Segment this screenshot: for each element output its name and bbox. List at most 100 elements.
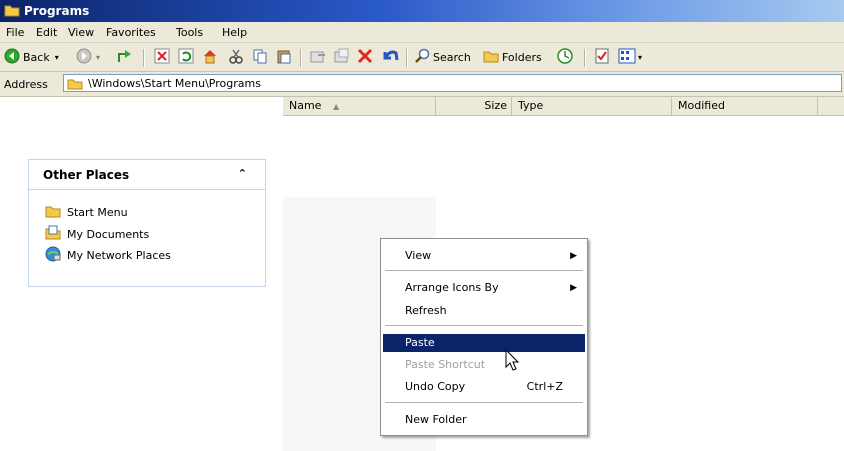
delete-icon	[357, 48, 373, 67]
up-arrow-icon	[117, 48, 133, 67]
delete-button[interactable]	[357, 47, 373, 67]
network-places-icon	[45, 246, 61, 265]
scissors-icon	[228, 48, 244, 67]
views-grid-icon	[618, 48, 636, 67]
menu-item-label: New Folder	[405, 413, 467, 426]
collapse-chevron-icon[interactable]: ⌃	[238, 167, 247, 180]
column-header-name[interactable]: Name ▲	[283, 97, 436, 115]
move-to-button[interactable]	[310, 47, 326, 67]
menu-item-label: View	[405, 249, 432, 262]
place-my-network-places[interactable]: My Network Places	[45, 246, 171, 265]
window-title: Programs	[24, 4, 90, 18]
clipboard-icon	[276, 48, 292, 67]
address-bar: Address \Windows\Start Menu\Programs	[0, 72, 844, 97]
column-header-type[interactable]: Type	[512, 97, 672, 115]
chevron-down-icon[interactable]: ▾	[55, 53, 59, 62]
menu-tools[interactable]: Tools	[176, 26, 203, 39]
copy-to-icon	[334, 48, 350, 67]
submenu-arrow-icon: ▶	[570, 251, 577, 261]
address-label: Address	[4, 78, 48, 91]
other-places-panel: Other Places ⌃ Start Menu My Documents M…	[28, 159, 266, 287]
place-start-menu[interactable]: Start Menu	[45, 204, 128, 221]
my-documents-icon	[45, 225, 61, 244]
stop-icon	[154, 48, 170, 67]
column-headers: Name ▲ Size Type Modified	[283, 97, 844, 116]
menu-item-shortcut: Ctrl+Z	[526, 380, 563, 393]
copy-button[interactable]	[252, 47, 268, 67]
context-menu-undo-copy[interactable]: Undo Copy Ctrl+Z	[383, 378, 585, 396]
menu-item-label: Arrange Icons By	[405, 281, 499, 294]
undo-icon	[381, 48, 399, 67]
menu-help[interactable]: Help	[222, 26, 247, 39]
context-menu-paste-shortcut: Paste Shortcut	[383, 356, 585, 374]
submenu-arrow-icon: ▶	[570, 283, 577, 293]
column-label: Size	[484, 99, 507, 112]
history-icon	[557, 47, 573, 67]
forward-button[interactable]: ▾	[76, 47, 100, 67]
history-button[interactable]	[557, 47, 573, 67]
context-menu-refresh[interactable]: Refresh	[383, 302, 585, 320]
column-header-modified[interactable]: Modified	[672, 97, 818, 115]
views-button[interactable]: ▾	[618, 47, 642, 67]
sort-ascending-icon: ▲	[332, 102, 340, 111]
place-label: My Documents	[67, 228, 150, 241]
folders-button[interactable]: Folders	[483, 47, 542, 67]
back-arrow-icon	[4, 48, 20, 67]
back-label: Back	[23, 50, 50, 64]
forward-arrow-icon	[76, 48, 92, 67]
folder-icon	[45, 204, 61, 221]
other-places-header[interactable]: Other Places ⌃	[29, 160, 265, 190]
folder-icon	[4, 3, 20, 20]
column-header-size[interactable]: Size	[436, 97, 512, 115]
context-menu-arrange-icons-by[interactable]: Arrange Icons By ▶	[383, 279, 585, 297]
copy-icon	[252, 48, 268, 67]
menu-view[interactable]: View	[68, 26, 94, 39]
chevron-down-icon[interactable]: ▾	[96, 53, 100, 62]
paste-button[interactable]	[276, 47, 292, 67]
menu-file[interactable]: File	[6, 26, 24, 39]
menu-item-label: Refresh	[405, 304, 447, 317]
menu-bar: File Edit View Favorites Tools Help	[0, 22, 844, 43]
place-label: My Network Places	[67, 249, 171, 262]
copy-to-button[interactable]	[334, 47, 350, 67]
search-button[interactable]: Search	[414, 47, 471, 67]
cut-button[interactable]	[228, 47, 244, 67]
menu-favorites[interactable]: Favorites	[106, 26, 156, 39]
home-icon	[202, 48, 218, 67]
context-menu-paste[interactable]: Paste	[383, 334, 585, 352]
address-input[interactable]: \Windows\Start Menu\Programs	[63, 74, 842, 92]
up-folder-button[interactable]	[117, 47, 133, 67]
column-label: Type	[518, 99, 544, 112]
chevron-down-icon[interactable]: ▾	[638, 53, 642, 62]
context-menu: View ▶ Arrange Icons By ▶ Refresh Paste …	[380, 238, 588, 436]
undo-button[interactable]	[381, 47, 399, 67]
refresh-button[interactable]	[178, 47, 194, 67]
column-label: Name	[289, 99, 322, 112]
refresh-icon	[178, 48, 194, 67]
menu-edit[interactable]: Edit	[36, 26, 57, 39]
place-my-documents[interactable]: My Documents	[45, 225, 149, 244]
task-pane: Other Places ⌃ Start Menu My Documents M…	[0, 97, 283, 451]
menu-item-label: Paste	[405, 336, 435, 349]
other-places-title: Other Places	[43, 168, 130, 182]
menu-item-label: Undo Copy	[405, 380, 466, 393]
title-bar[interactable]: Programs	[0, 0, 844, 22]
context-menu-new-folder[interactable]: New Folder	[383, 411, 585, 429]
address-value: \Windows\Start Menu\Programs	[88, 77, 261, 90]
search-label: Search	[433, 50, 471, 64]
menu-item-label: Paste Shortcut	[405, 358, 486, 371]
toolbar: Back ▾ ▾ Search Folders ▾	[0, 43, 844, 72]
search-icon	[414, 48, 430, 67]
folders-label: Folders	[502, 50, 542, 64]
properties-button[interactable]	[594, 47, 610, 67]
properties-icon	[594, 48, 610, 67]
home-button[interactable]	[202, 47, 218, 67]
place-label: Start Menu	[67, 206, 128, 219]
context-menu-view[interactable]: View ▶	[383, 247, 585, 265]
folder-icon	[67, 77, 83, 93]
mouse-cursor-icon	[505, 348, 521, 376]
move-to-icon	[310, 48, 326, 67]
stop-button[interactable]	[154, 47, 170, 67]
back-button[interactable]: Back ▾	[4, 47, 59, 67]
column-label: Modified	[678, 99, 725, 112]
